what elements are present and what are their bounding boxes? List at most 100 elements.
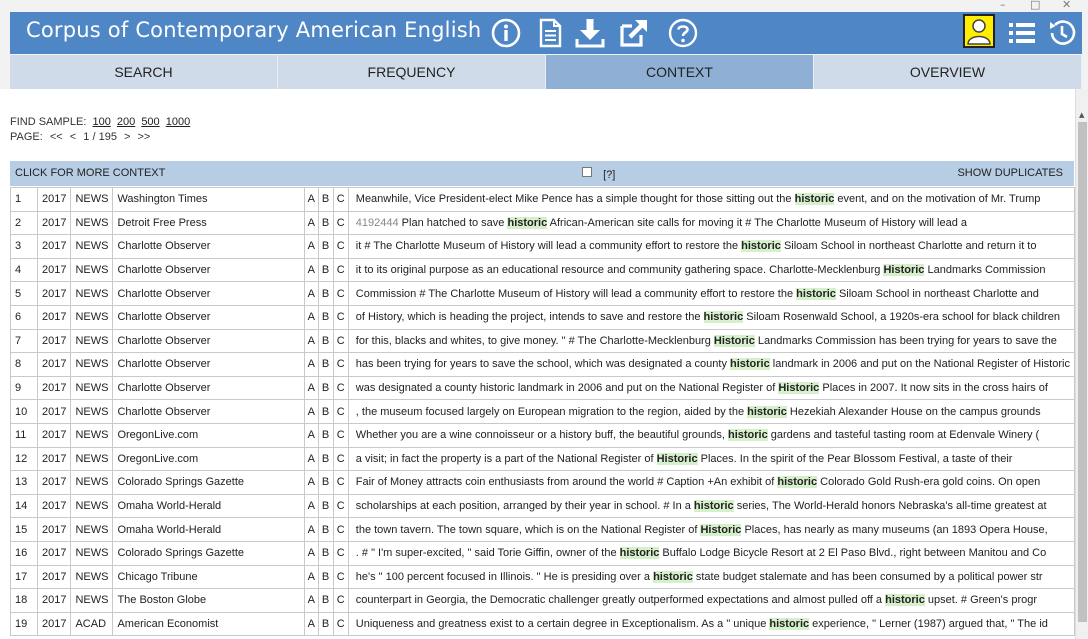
- row-source[interactable]: Charlotte Observer: [112, 399, 305, 424]
- row-source[interactable]: Charlotte Observer: [112, 234, 305, 259]
- row-source[interactable]: Chicago Tribune: [112, 564, 305, 590]
- row-source[interactable]: American Economist: [112, 611, 305, 637]
- row-link-a[interactable]: A: [303, 470, 319, 495]
- keyword-match[interactable]: Historic: [700, 523, 742, 536]
- keyword-match[interactable]: historic: [507, 216, 548, 229]
- document-icon[interactable]: [534, 17, 566, 49]
- row-source[interactable]: OregonLive.com: [112, 422, 305, 448]
- more-context-button[interactable]: CLICK FOR MORE CONTEXT: [15, 167, 165, 179]
- row-link-a[interactable]: A: [303, 304, 319, 330]
- row-link-b[interactable]: B: [317, 234, 334, 259]
- show-duplicates-button[interactable]: SHOW DUPLICATES: [957, 167, 1063, 179]
- download-icon[interactable]: [574, 17, 606, 49]
- info-icon[interactable]: [490, 17, 522, 49]
- row-link-a[interactable]: A: [303, 234, 319, 259]
- row-source[interactable]: Charlotte Observer: [112, 257, 305, 283]
- row-link-a[interactable]: A: [303, 611, 319, 637]
- row-link-b[interactable]: B: [317, 328, 334, 354]
- row-link-a[interactable]: A: [303, 257, 319, 283]
- list-icon[interactable]: [1006, 17, 1038, 49]
- row-link-b[interactable]: B: [317, 375, 334, 401]
- row-link-b[interactable]: B: [317, 187, 334, 212]
- row-link-c[interactable]: C: [332, 588, 349, 613]
- row-link-c[interactable]: C: [332, 564, 349, 590]
- row-link-a[interactable]: A: [303, 375, 319, 401]
- close-icon[interactable]: ✕: [1062, 0, 1071, 11]
- row-link-c[interactable]: C: [332, 446, 349, 472]
- row-link-c[interactable]: C: [332, 493, 349, 519]
- keyword-match[interactable]: historic: [769, 617, 810, 630]
- row-link-b[interactable]: B: [317, 210, 334, 236]
- keyword-match[interactable]: Historic: [713, 334, 755, 347]
- row-link-a[interactable]: A: [303, 517, 319, 542]
- row-source[interactable]: Charlotte Observer: [112, 375, 305, 401]
- keyword-match[interactable]: historic: [796, 287, 836, 300]
- row-source[interactable]: Colorado Springs Gazette: [112, 470, 305, 495]
- row-source[interactable]: Omaha World-Herald: [112, 493, 305, 519]
- keyword-match[interactable]: Historic: [656, 452, 698, 465]
- first-page-button[interactable]: <<: [50, 131, 63, 143]
- row-link-a[interactable]: A: [303, 352, 319, 377]
- row-link-b[interactable]: B: [317, 540, 334, 566]
- row-source[interactable]: Charlotte Observer: [112, 328, 305, 354]
- row-link-c[interactable]: C: [332, 304, 349, 330]
- row-link-c[interactable]: C: [332, 540, 349, 566]
- keyword-match[interactable]: Historic: [883, 264, 925, 277]
- keyword-match[interactable]: historic: [741, 240, 781, 253]
- keyword-match[interactable]: historic: [794, 193, 835, 206]
- scrollbar-thumb[interactable]: [1078, 122, 1087, 622]
- row-link-b[interactable]: B: [317, 281, 334, 306]
- keyword-match[interactable]: historic: [727, 429, 768, 442]
- row-link-c[interactable]: C: [332, 257, 349, 283]
- row-link-c[interactable]: C: [332, 352, 349, 377]
- minimize-icon[interactable]: –: [1000, 0, 1006, 11]
- sample-200-link[interactable]: 200: [117, 116, 135, 128]
- row-link-b[interactable]: B: [317, 446, 334, 472]
- row-link-a[interactable]: A: [303, 399, 319, 424]
- row-link-b[interactable]: B: [317, 399, 334, 424]
- history-icon[interactable]: [1046, 17, 1078, 49]
- text-id[interactable]: 4192444: [356, 217, 399, 229]
- keyword-match[interactable]: Historic: [778, 382, 820, 395]
- row-link-c[interactable]: C: [332, 210, 349, 236]
- row-source[interactable]: Charlotte Observer: [112, 304, 305, 330]
- keyword-match[interactable]: historic: [693, 500, 734, 513]
- select-all-checkbox[interactable]: [582, 167, 592, 178]
- row-link-c[interactable]: C: [332, 611, 349, 637]
- row-source[interactable]: Omaha World-Herald: [112, 517, 305, 542]
- row-link-b[interactable]: B: [317, 517, 334, 542]
- row-link-a[interactable]: A: [303, 446, 319, 472]
- row-link-b[interactable]: B: [317, 470, 334, 495]
- row-source[interactable]: OregonLive.com: [112, 446, 305, 472]
- row-link-c[interactable]: C: [332, 399, 349, 424]
- row-link-c[interactable]: C: [332, 328, 349, 354]
- row-source[interactable]: Charlotte Observer: [112, 352, 305, 377]
- tab-overview[interactable]: OVERVIEW: [814, 55, 1082, 89]
- row-link-a[interactable]: A: [303, 187, 319, 212]
- row-link-b[interactable]: B: [317, 588, 334, 613]
- keyword-match[interactable]: historic: [747, 405, 787, 418]
- tab-context[interactable]: CONTEXT: [546, 55, 814, 89]
- row-link-a[interactable]: A: [303, 493, 319, 519]
- keyword-match[interactable]: historic: [703, 311, 744, 324]
- row-source[interactable]: Charlotte Observer: [112, 281, 305, 306]
- context-help-link[interactable]: [?]: [603, 169, 615, 181]
- row-link-b[interactable]: B: [317, 611, 334, 637]
- row-link-c[interactable]: C: [332, 234, 349, 259]
- row-link-a[interactable]: A: [303, 540, 319, 566]
- sample-500-link[interactable]: 500: [141, 116, 159, 128]
- external-link-icon[interactable]: [618, 17, 650, 49]
- row-link-b[interactable]: B: [317, 493, 334, 519]
- row-link-a[interactable]: A: [303, 281, 319, 306]
- tab-frequency[interactable]: FREQUENCY: [278, 55, 546, 89]
- sample-100-link[interactable]: 100: [92, 116, 110, 128]
- row-link-b[interactable]: B: [317, 304, 334, 330]
- row-link-a[interactable]: A: [303, 564, 319, 590]
- scroll-up-icon[interactable]: ▲: [1079, 111, 1084, 119]
- row-link-b[interactable]: B: [317, 564, 334, 590]
- maximize-icon[interactable]: □: [1030, 0, 1040, 11]
- row-link-c[interactable]: C: [332, 281, 349, 306]
- row-link-a[interactable]: A: [303, 422, 319, 448]
- keyword-match[interactable]: historic: [885, 594, 925, 607]
- row-link-a[interactable]: A: [303, 328, 319, 354]
